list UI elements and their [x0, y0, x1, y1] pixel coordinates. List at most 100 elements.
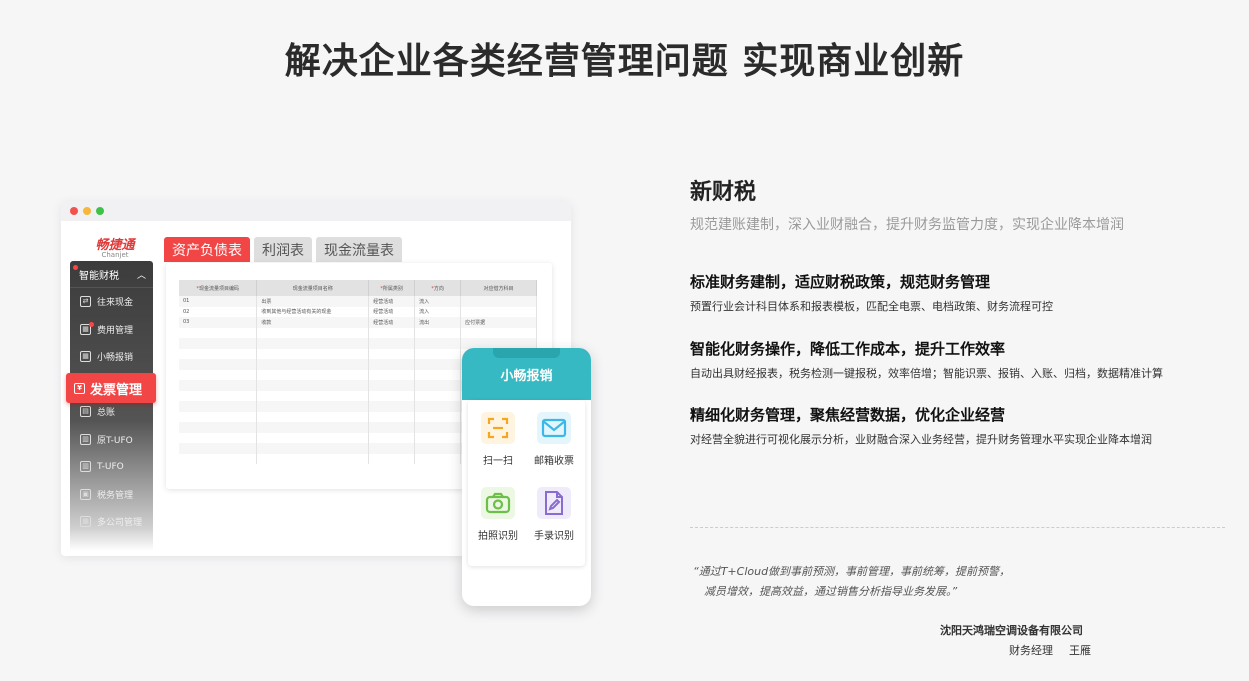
- table-row-empty: [179, 338, 537, 349]
- mobile-app-mock: 小畅报销 扫一扫 邮箱收票 拍照识别 手录识别: [462, 348, 591, 606]
- quote-line: “通过T+Cloud做到事前预测，事前管理，事前统筹，提前预警，: [693, 565, 1011, 578]
- sidebar: 智能财税 ︿ ⇄ 往来现金 ▦ 费用管理 ▦ 小畅报销 ▤ 总账 ▥ 原T-UF…: [70, 261, 153, 551]
- phone-header: 小畅报销: [462, 348, 591, 400]
- columns-icon: ▥: [80, 461, 91, 473]
- table-cell: 01: [179, 296, 258, 307]
- person-role: 财务经理: [1009, 644, 1053, 657]
- window-titlebar: [61, 201, 571, 221]
- feature-label: 扫一扫: [483, 456, 513, 467]
- feature-scan[interactable]: 扫一扫: [470, 412, 526, 467]
- table-header: *方向: [414, 280, 462, 296]
- feature-heading: 精细化财务管理，聚焦经营数据，优化企业经营: [690, 406, 1006, 424]
- person-name: 王雁: [1069, 644, 1091, 657]
- sidebar-item-multi-company[interactable]: ▦ 多公司管理: [70, 508, 153, 536]
- feature-block-refined: 精细化财务管理，聚焦经营数据，优化企业经营 对经营全貌进行可视化展示分析，业财融…: [690, 404, 1152, 447]
- feature-heading: 智能化财务操作，降低工作成本，提升工作效率: [690, 340, 1006, 358]
- sidebar-item-invoice-active[interactable]: ¥ 发票管理: [66, 373, 156, 403]
- logo-text-en: Chanjet: [101, 251, 129, 259]
- sidebar-item-label: 多公司管理: [97, 518, 143, 529]
- phone-notch: [493, 348, 560, 358]
- table-cell: 经营活动: [368, 296, 416, 307]
- page-headline: 解决企业各类经营管理问题 实现商业创新: [284, 41, 965, 82]
- feature-label: 拍照识别: [478, 531, 518, 542]
- sidebar-item-label: 发票管理: [90, 382, 143, 398]
- building-icon: ▦: [80, 516, 91, 528]
- sidebar-item-label: 原T-UFO: [97, 435, 133, 446]
- ledger-icon: ▤: [80, 406, 91, 418]
- transfer-icon: ⇄: [80, 296, 91, 308]
- tab-balance-sheet[interactable]: 资产负债表: [164, 237, 250, 262]
- sidebar-item-label: 往来现金: [97, 298, 134, 309]
- feature-camera[interactable]: 拍照识别: [470, 487, 526, 542]
- table-cell: 流入: [414, 306, 462, 317]
- feature-heading: 标准财务建制，适应财税政策，规范财务管理: [690, 273, 991, 291]
- sidebar-item-expense[interactable]: ▦ 费用管理: [70, 316, 153, 344]
- maximize-dot-icon: [96, 207, 104, 215]
- feature-block-intelligent: 智能化财务操作，降低工作成本，提升工作效率 自动出具财经报表，税务检测一键报税，…: [690, 338, 1163, 381]
- report-icon: ▥: [80, 433, 91, 445]
- table-row-empty: [179, 327, 537, 338]
- sidebar-item-label: 小畅报销: [97, 353, 134, 364]
- table-row[interactable]: 02 收到其他与经营活动有关的现金 经营活动 流入: [179, 306, 537, 317]
- quote-company: 沈阳天鸿瑞空调设备有限公司: [940, 624, 1083, 637]
- table-header: 现金流量项目名称: [256, 280, 370, 296]
- table-cell: 03: [179, 317, 258, 328]
- feature-block-standard: 标准财务建制，适应财税政策，规范财务管理 预置行业会计科目体系和报表模板，匹配全…: [690, 271, 1053, 314]
- table-cell: 经营活动: [368, 317, 416, 328]
- table-cell: 应付票据: [460, 317, 537, 328]
- notification-dot-icon: [73, 265, 78, 270]
- grid-icon: ▦: [80, 351, 91, 363]
- table-cell: 经营活动: [368, 306, 416, 317]
- minimize-dot-icon: [83, 207, 91, 215]
- chanjet-logo: 畅捷通 Chanjet: [85, 234, 145, 259]
- table-cell: [460, 296, 537, 307]
- phone-feature-card: 扫一扫 邮箱收票 拍照识别 手录识别: [468, 400, 585, 566]
- sidebar-item-old-tufo[interactable]: ▥ 原T-UFO: [70, 426, 153, 454]
- document-edit-icon: [537, 487, 571, 519]
- phone-title: 小畅报销: [500, 369, 553, 384]
- table-header: *现金流量项目编码: [179, 280, 258, 296]
- feature-manual[interactable]: 手录识别: [526, 487, 582, 542]
- sidebar-item-label: 税务管理: [97, 490, 134, 501]
- table-row[interactable]: 03 收款 经营活动 流出 应付票据: [179, 317, 537, 328]
- section-divider: [690, 527, 1225, 528]
- table-cell: 02: [179, 306, 258, 317]
- sidebar-item-tufo[interactable]: ▥ T-UFO: [70, 453, 153, 481]
- report-tabs: 资产负债表 利润表 现金流量表: [164, 237, 402, 262]
- table-header: *所属类别: [368, 280, 416, 296]
- feature-description: 对经营全貌进行可视化展示分析，业财融合深入业务经营，提升财务管理水平实现企业降本…: [690, 433, 1152, 446]
- sidebar-item-label: 费用管理: [97, 325, 134, 336]
- sidebar-item-tax[interactable]: ▣ 税务管理: [70, 481, 153, 509]
- quote-line: 减员增效，提高效益，通过销售分析指导业务发展。”: [704, 585, 958, 598]
- feature-description: 自动出具财经报表，税务检测一键报税，效率倍增；智能识票、报销、入账、归档，数据精…: [690, 367, 1163, 380]
- invoice-icon: ¥: [74, 382, 85, 394]
- quote-person: 财务经理 王雁: [1009, 642, 1091, 658]
- table-cell: [460, 306, 537, 317]
- mail-icon: [537, 412, 571, 444]
- table-cell: 收到其他与经营活动有关的现金: [256, 306, 370, 317]
- section-subtitle: 规范建账建制，深入业财融合，提升财务监管力度，实现企业降本增润: [690, 217, 1124, 233]
- tab-income-statement[interactable]: 利润表: [254, 237, 312, 262]
- feature-description: 预置行业会计科目体系和报表模板，匹配全电票、电档政策、财务流程可控: [690, 300, 1053, 313]
- table-header: 对应借方科目: [460, 280, 537, 296]
- table-row[interactable]: 01 出票 经营活动 流入: [179, 296, 537, 307]
- feature-label: 手录识别: [534, 531, 574, 542]
- scan-icon: [481, 412, 515, 444]
- section-title: 新财税: [690, 180, 757, 205]
- notification-dot-icon: [89, 321, 94, 327]
- tab-cash-flow[interactable]: 现金流量表: [316, 237, 402, 262]
- table-cell: 流出: [414, 317, 462, 328]
- chevron-up-icon: ︿: [136, 270, 146, 281]
- table-cell: 出票: [256, 296, 370, 307]
- sidebar-header-label: 智能财税: [79, 270, 119, 282]
- tax-icon: ▣: [80, 488, 91, 500]
- sidebar-item-label: 总账: [97, 408, 116, 419]
- camera-icon: [481, 487, 515, 519]
- table-cell: 流入: [414, 296, 462, 307]
- close-dot-icon: [70, 207, 78, 215]
- sidebar-item-reimburse[interactable]: ▦ 小畅报销: [70, 343, 153, 371]
- sidebar-item-cash[interactable]: ⇄ 往来现金: [70, 288, 153, 316]
- feature-label: 邮箱收票: [534, 456, 574, 467]
- feature-mail[interactable]: 邮箱收票: [526, 412, 582, 467]
- sidebar-header[interactable]: 智能财税 ︿: [70, 261, 153, 288]
